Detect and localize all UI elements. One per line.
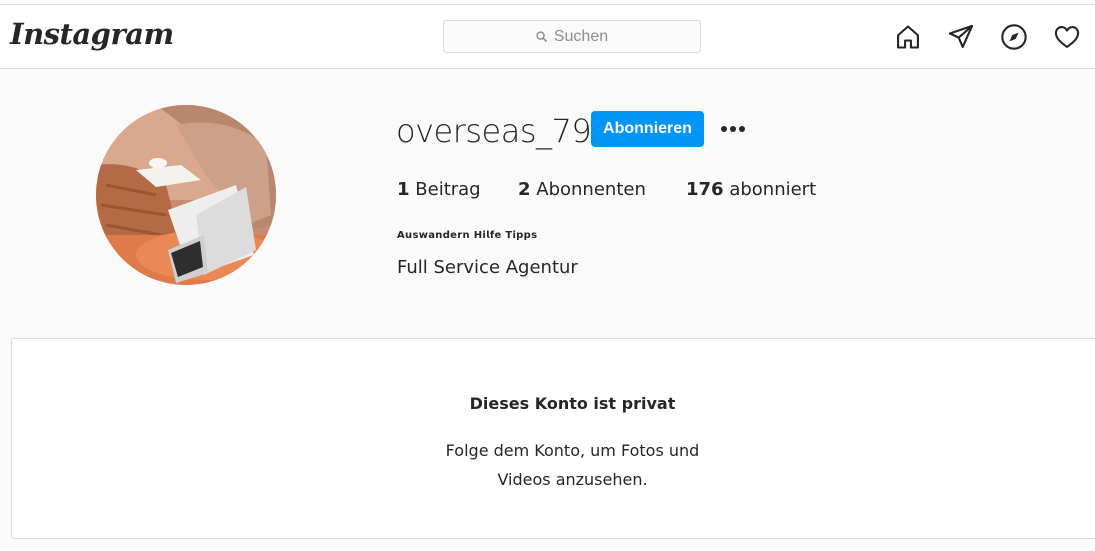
- home-icon[interactable]: [893, 22, 923, 52]
- private-notice-line-2: Videos anzusehen.: [497, 470, 648, 489]
- following-count[interactable]: 176 abonniert: [686, 179, 816, 200]
- followers-number: 2: [518, 179, 531, 200]
- private-notice-line-1: Folge dem Konto, um Fotos und: [445, 441, 700, 460]
- explore-icon[interactable]: [999, 22, 1029, 52]
- following-number: 176: [686, 179, 724, 200]
- posts-count: 1 Beitrag: [397, 179, 481, 200]
- profile-avatar[interactable]: [96, 105, 276, 285]
- search-input[interactable]: Suchen: [443, 20, 701, 53]
- top-navigation-bar: Instagram Suchen: [0, 4, 1095, 69]
- followers-count[interactable]: 2 Abonnenten: [518, 179, 646, 200]
- followers-label: Abonnenten: [536, 179, 646, 200]
- following-label: abonniert: [729, 179, 817, 200]
- activity-heart-icon[interactable]: [1052, 22, 1082, 52]
- private-notice-text: Folge dem Konto, um Fotos und Videos anz…: [12, 436, 1095, 494]
- instagram-logo[interactable]: Instagram: [10, 17, 174, 51]
- private-notice-title: Dieses Konto ist privat: [469, 394, 676, 413]
- posts-label: Beitrag: [415, 179, 481, 200]
- private-account-notice: Dieses Konto ist privat Folge dem Konto,…: [11, 338, 1095, 539]
- profile-username: overseas_79: [396, 112, 592, 150]
- more-options-icon[interactable]: [716, 117, 750, 141]
- profile-bio: Full Service Agentur: [397, 257, 578, 278]
- profile-full-name: 𝗔𝘂𝘀𝘄𝗮𝗻𝗱𝗲𝗿𝗻 𝗛𝗶𝗹𝗳𝗲 𝗧𝗶𝗽𝗽𝘀: [397, 230, 538, 241]
- search-placeholder: Suchen: [553, 27, 609, 45]
- direct-message-icon[interactable]: [946, 22, 976, 52]
- follow-button[interactable]: Abonnieren: [591, 111, 704, 147]
- search-icon: [536, 31, 547, 42]
- posts-number: 1: [397, 179, 410, 200]
